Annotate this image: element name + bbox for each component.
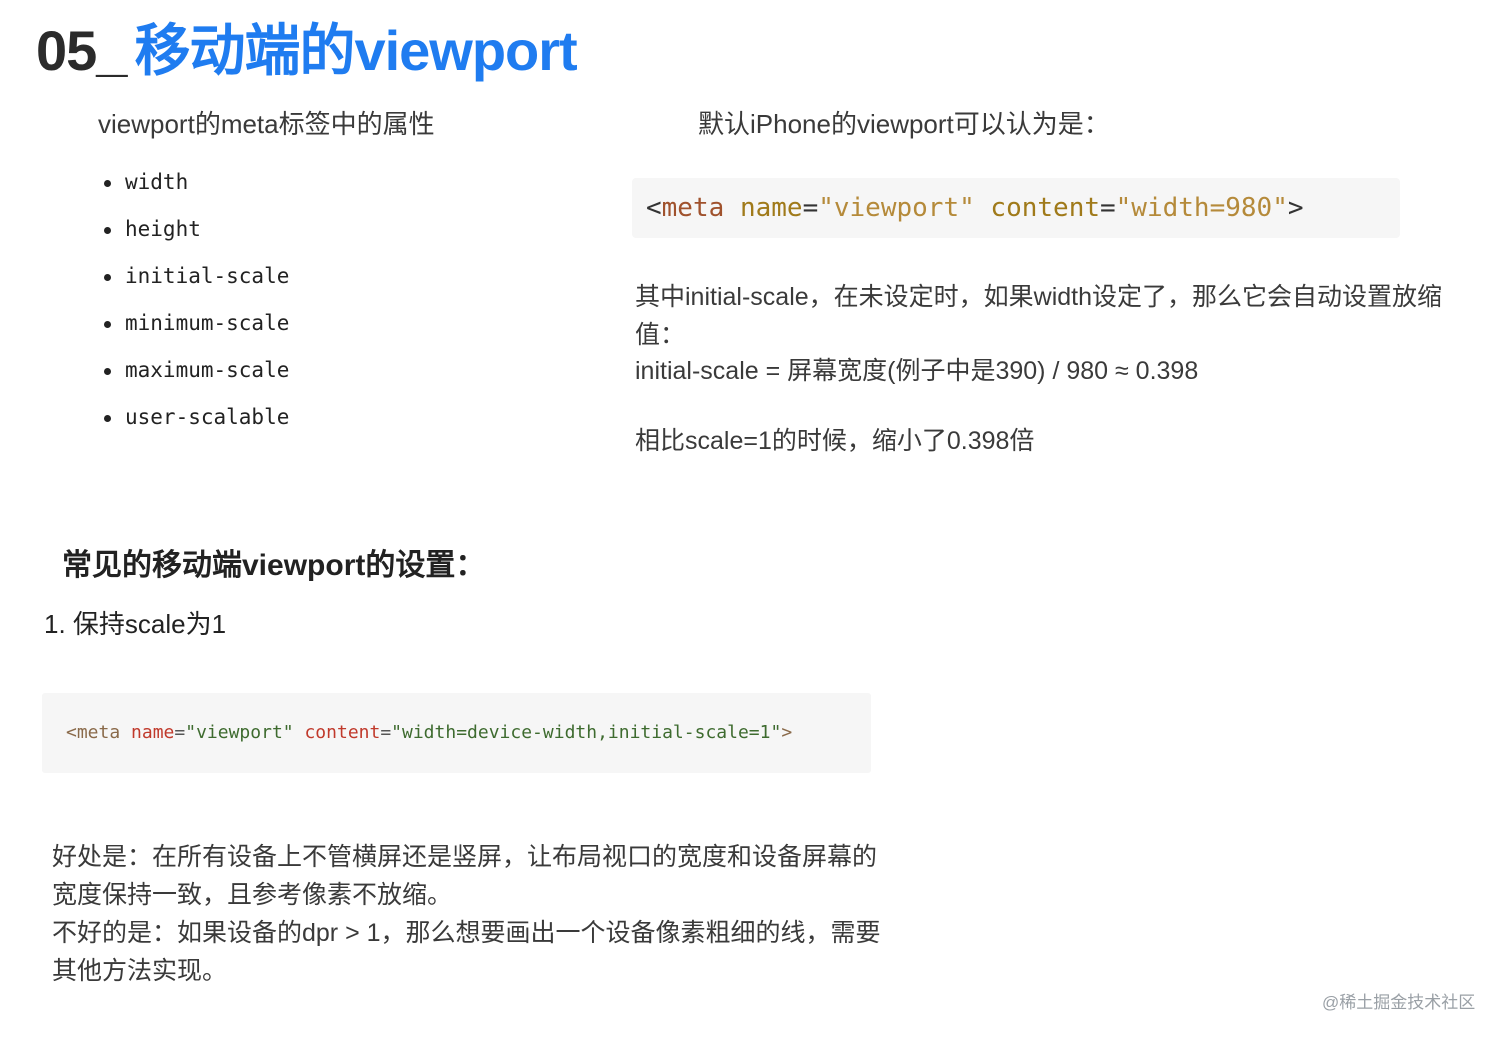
bullet-icon: [104, 320, 111, 328]
bullet-icon: [104, 226, 111, 234]
initial-scale-explanation: 其中initial-scale，在未设定时，如果width设定了，那么它会自动设…: [635, 283, 1443, 349]
initial-scale-formula: initial-scale = 屏幕宽度(例子中是390) / 980 ≈ 0.…: [635, 357, 1199, 385]
property-list: width height initial-scale minimum-scale…: [104, 166, 289, 448]
watermark: @稀土掘金技术社区: [1322, 993, 1476, 1012]
list-item: width: [104, 166, 289, 213]
bullet-icon: [104, 414, 111, 422]
bullet-icon: [104, 367, 111, 375]
cons-text: 不好的是：如果设备的dpr > 1，那么想要画出一个设备像素粗细的线，需要其他方…: [52, 919, 881, 985]
pros-text: 好处是：在所有设备上不管横屏还是竖屏，让布局视口的宽度和设备屏幕的宽度保持一致，…: [52, 843, 878, 909]
list-item: minimum-scale: [104, 307, 289, 354]
list-item: maximum-scale: [104, 354, 289, 401]
setting-item-1: 1. 保持scale为1: [44, 609, 227, 639]
common-settings-heading: 常见的移动端viewport的设置：: [62, 549, 486, 582]
title-text: 移动端的viewport: [134, 19, 577, 82]
default-viewport-code-block: <meta name="viewport" content="width=980…: [632, 178, 1400, 238]
slide-title: 05_ 移动端的viewport: [36, 6, 578, 87]
pros-cons-text: 好处是：在所有设备上不管横屏还是竖屏，让布局视口的宽度和设备屏幕的宽度保持一致，…: [52, 838, 882, 990]
common-viewport-code-block: <meta name="viewport" content="width=dev…: [42, 693, 871, 773]
default-iphone-heading: 默认iPhone的viewport可以认为是：: [698, 109, 1110, 139]
title-number: 05_: [36, 19, 127, 82]
bullet-icon: [104, 179, 111, 187]
bullet-icon: [104, 273, 111, 281]
list-item: height: [104, 213, 289, 260]
scale-comparison: 相比scale=1的时候，缩小了0.398倍: [635, 427, 1035, 455]
list-item: initial-scale: [104, 260, 289, 307]
meta-attributes-heading: viewport的meta标签中的属性: [98, 109, 435, 139]
list-item: user-scalable: [104, 401, 289, 448]
